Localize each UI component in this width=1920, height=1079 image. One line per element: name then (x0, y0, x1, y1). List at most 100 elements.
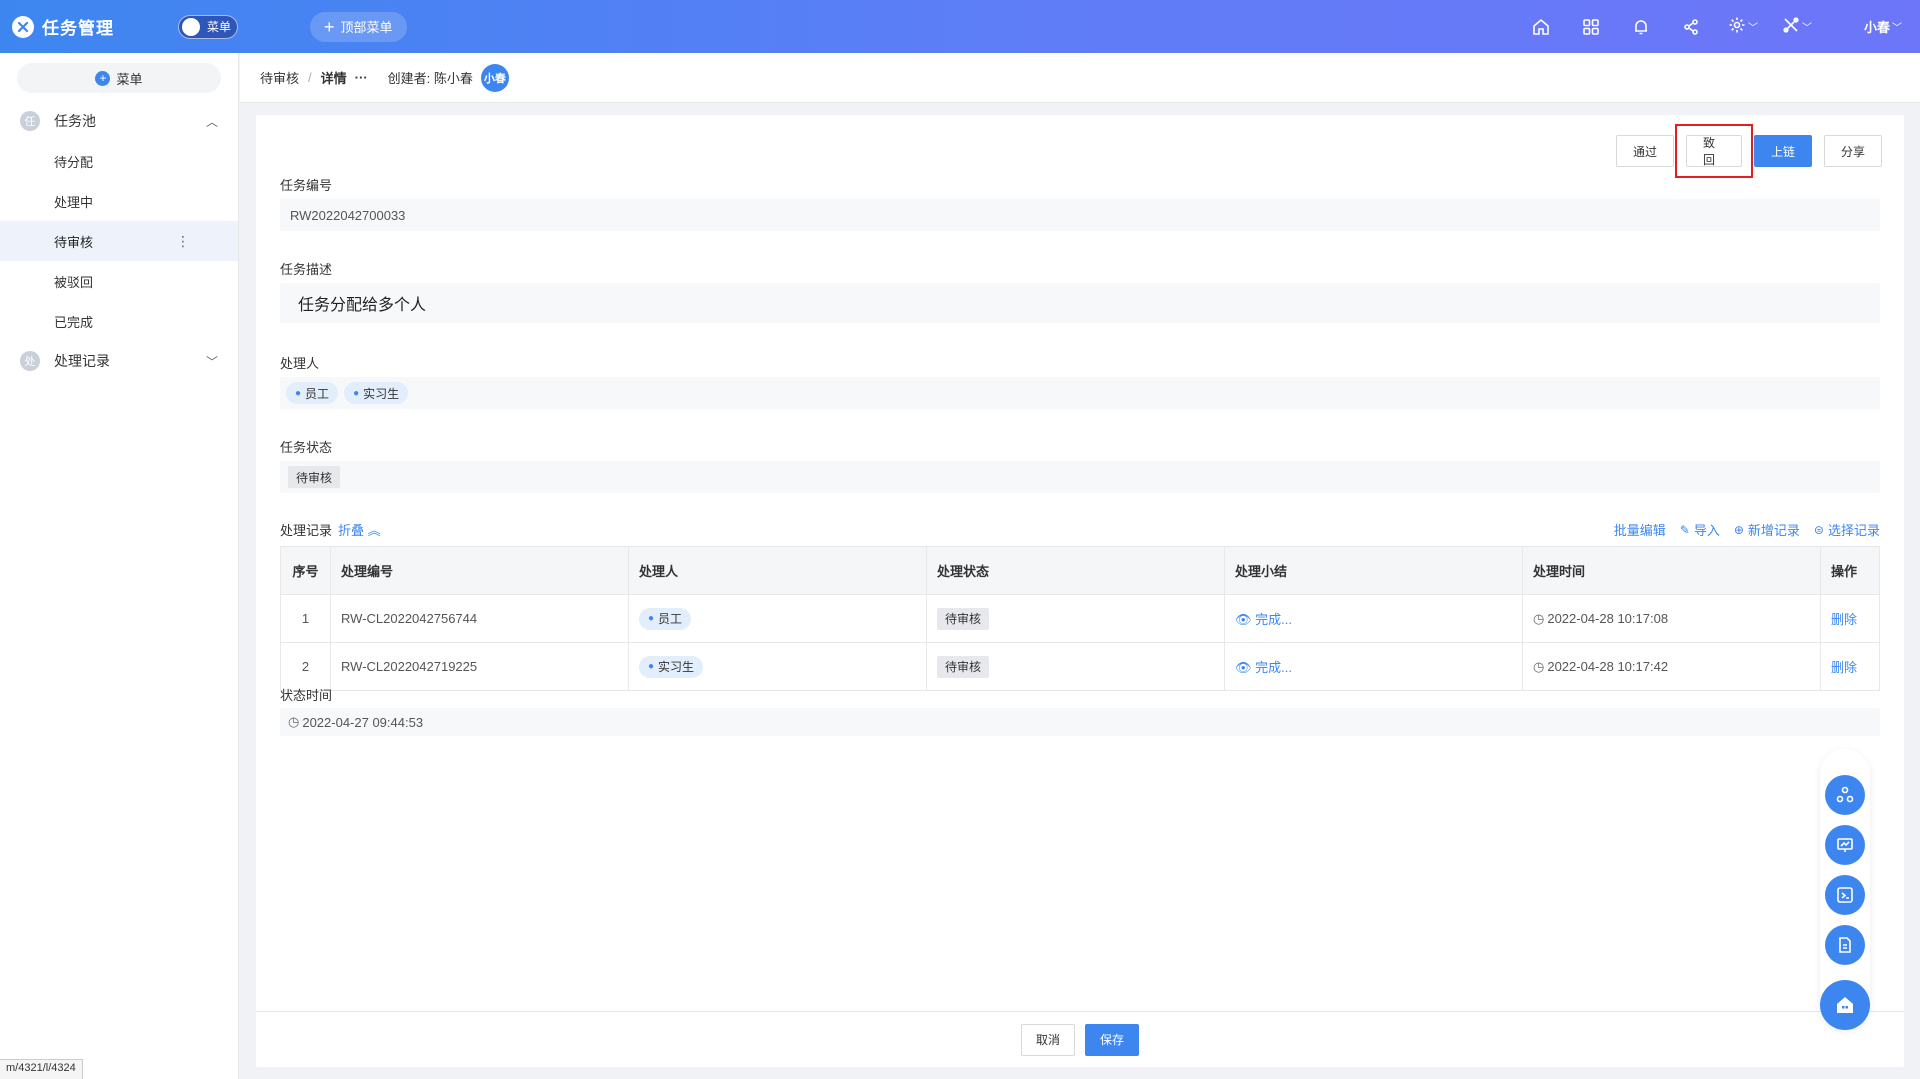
top-menu-button[interactable]: + 顶部菜单 (310, 11, 407, 42)
toggle-label: 菜单 (207, 20, 232, 34)
delete-link[interactable]: 删除 (1831, 612, 1857, 627)
sidebar-item-label: 已完成 (54, 314, 94, 330)
time-value: 2022-04-28 10:17:08 (1547, 610, 1669, 626)
more-icon[interactable]: ··· (355, 70, 368, 85)
summary-link[interactable]: 完成... (1255, 612, 1292, 627)
sidebar-item-label: 被驳回 (54, 274, 94, 290)
table-row: 1 RW-CL2022042756744 ● 员工 待审核 👁 完成... ◷ 20… (280, 594, 1880, 643)
handler-name: 员工 (658, 612, 683, 626)
status-time-value: 2022-04-27 09:44:53 (302, 714, 424, 730)
home-icon[interactable] (1528, 14, 1554, 40)
menu-toggle-switch[interactable]: 菜单 (178, 14, 238, 39)
breadcrumb-parent[interactable]: 待审核 (260, 68, 299, 87)
share-network-icon[interactable] (1678, 14, 1704, 40)
save-button[interactable]: 保存 (1085, 1023, 1140, 1056)
handler-name: 实习生 (363, 386, 400, 401)
breadcrumb-separator: / (308, 70, 312, 85)
cell-op: 删除 (1820, 642, 1880, 691)
apps-grid-icon[interactable] (1578, 14, 1604, 40)
delete-link[interactable]: 删除 (1831, 660, 1857, 675)
handler-field: ● 员工 ● 实习生 (280, 377, 1880, 409)
action-bar: 通过 致回 上链 分享 (1604, 124, 1882, 178)
user-dropdown[interactable]: 小春 ﹀ (1836, 17, 1902, 36)
handler-name: 实习生 (658, 660, 695, 674)
cell-no: 2 (280, 642, 331, 691)
tools-icon (1782, 16, 1800, 37)
summary-link[interactable]: 完成... (1255, 660, 1292, 675)
reject-button[interactable]: 致回 (1685, 135, 1742, 167)
breadcrumb: 待审核 / 详情 ··· 创建者: 陈小春 小春 (240, 53, 1920, 103)
column-header: 序号 (280, 546, 331, 595)
sidebar-item-pending-review[interactable]: 待审核 ⋮ (0, 221, 238, 261)
chevron-down-icon: ﹀ (1892, 23, 1902, 34)
reject-button-wrapper: 致回 (1674, 124, 1753, 178)
status-field: 待审核 (280, 461, 1880, 493)
sidebar-menu-button[interactable]: + 菜单 (17, 63, 221, 93)
eye-icon: 👁 (1235, 612, 1252, 627)
sidebar: + 菜单 任 任务池 ︿ 待分配 处理中 待审核 ⋮ 被驳回 已完成 处 处理记… (0, 53, 239, 1079)
cell-summary[interactable]: 👁 完成... (1224, 594, 1523, 643)
sidebar-group-task-pool[interactable]: 任 任务池 ︿ (0, 101, 238, 141)
home-building-icon[interactable] (1820, 980, 1870, 1030)
sidebar-item-processing[interactable]: 处理中 (0, 181, 238, 221)
terminal-icon[interactable] (1825, 875, 1865, 915)
task-no-value: RW2022042700033 (290, 207, 406, 223)
records-header: 处理记录 折叠 ︽ 批量编辑 ✎ 导入 ⊕ 新增记录 ⊜ 选择记录 (280, 520, 1880, 539)
collapse-link[interactable]: 折叠 ︽ (338, 520, 381, 539)
status-tag: 待审核 (937, 655, 990, 678)
cell-op: 删除 (1820, 594, 1880, 643)
status-time-label: 状态时间 (280, 688, 333, 703)
workflow-icon[interactable] (1825, 775, 1865, 815)
sidebar-group-records[interactable]: 处 处理记录 ﹀ (0, 341, 238, 381)
cell-time: ◷ 2022-04-28 10:17:42 (1522, 642, 1821, 691)
sidebar-item-label: 处理中 (54, 194, 94, 210)
sidebar-item-unassigned[interactable]: 待分配 (0, 141, 238, 181)
document-icon[interactable] (1825, 925, 1865, 965)
column-header: 处理状态 (926, 546, 1225, 595)
sidebar-item-rejected[interactable]: 被驳回 (0, 261, 238, 301)
group-badge: 任 (20, 111, 40, 131)
clock-icon: ◷ (288, 714, 300, 729)
top-menu-label: 顶部菜单 (340, 20, 393, 35)
sidebar-menu-label: 菜单 (116, 71, 143, 87)
settings-dropdown[interactable]: ﹀ (1728, 16, 1758, 37)
cell-code: RW-CL2022042756744 (330, 594, 629, 643)
more-vertical-icon[interactable]: ⋮ (176, 233, 190, 250)
sidebar-item-completed[interactable]: 已完成 (0, 301, 238, 341)
column-header: 处理编号 (330, 546, 629, 595)
task-no-field: RW2022042700033 (280, 199, 1880, 231)
share-button[interactable]: 分享 (1823, 135, 1882, 167)
select-record-link[interactable]: ⊜ 选择记录 (1814, 520, 1880, 539)
approve-button[interactable]: 通过 (1615, 135, 1674, 167)
desc-value: 任务分配给多个人 (298, 297, 427, 314)
creator-label: 创建者: 陈小春 (387, 71, 473, 86)
detail-card: 通过 致回 上链 分享 任务编号 RW2022042700033 任务描述 任务… (256, 115, 1904, 1067)
tools-dropdown[interactable]: ﹀ (1782, 16, 1812, 37)
select-record-label: 选择记录 (1827, 523, 1880, 538)
cell-no: 1 (280, 594, 331, 643)
desc-field: 任务分配给多个人 (280, 283, 1880, 323)
bell-icon[interactable] (1628, 14, 1654, 40)
batch-edit-link[interactable]: 批量编辑 (1614, 520, 1666, 539)
cancel-button[interactable]: 取消 (1020, 1023, 1075, 1056)
user-name: 小春 (1863, 20, 1890, 35)
presentation-icon[interactable] (1825, 825, 1865, 865)
status-label: 任务状态 (280, 440, 333, 455)
eye-icon: 👁 (1235, 660, 1252, 675)
brand: 任务管理 (12, 14, 164, 39)
add-record-link[interactable]: ⊕ 新增记录 (1734, 520, 1800, 539)
handler-chip: ● 员工 (639, 607, 692, 630)
select-icon: ⊜ (1813, 522, 1824, 537)
plus-circle-icon: + (95, 70, 111, 86)
onchain-button[interactable]: 上链 (1753, 135, 1812, 167)
records-actions: 批量编辑 ✎ 导入 ⊕ 新增记录 ⊜ 选择记录 (1600, 520, 1880, 539)
column-header: 操作 (1820, 546, 1880, 595)
status-tag: 待审核 (937, 607, 990, 630)
import-link[interactable]: ✎ 导入 (1680, 520, 1720, 539)
user-icon: ● (353, 387, 360, 399)
column-header: 处理小结 (1224, 546, 1523, 595)
chevron-down-icon: ﹀ (1747, 23, 1758, 34)
top-icon-group: ﹀ ﹀ 小春 ﹀ (1504, 14, 1902, 40)
cell-summary[interactable]: 👁 完成... (1224, 642, 1523, 691)
task-no-label: 任务编号 (280, 178, 333, 193)
